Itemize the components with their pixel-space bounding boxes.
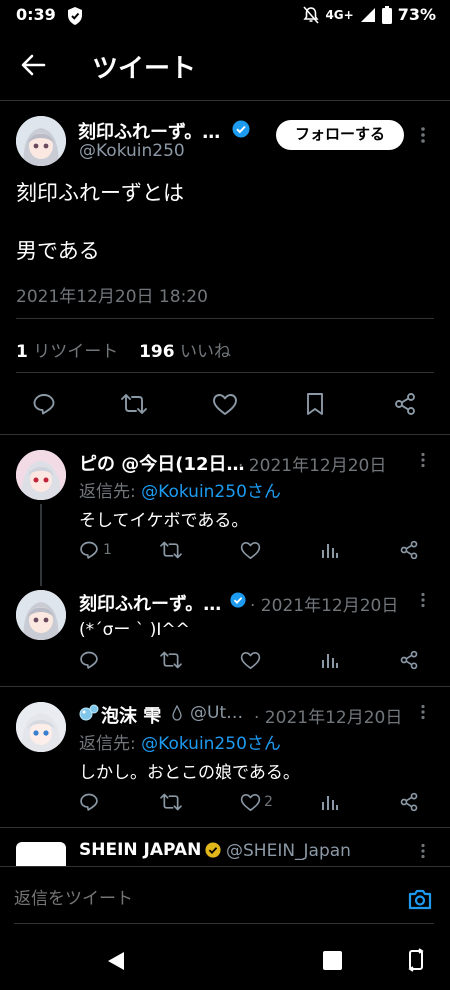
reply-text: (*ˊσー ˋ )I^^ — [79, 620, 190, 640]
header-divider — [0, 100, 450, 101]
notifications-off-icon — [303, 5, 320, 24]
author-handle[interactable]: @SHEIN_Japan — [226, 841, 351, 861]
divider — [0, 827, 450, 828]
tweet-text-line-2: 男である — [16, 239, 100, 263]
reply-text: しかし。おとこの娘である。 — [79, 763, 300, 783]
retweet-icon[interactable] — [159, 540, 183, 560]
reply-input[interactable] — [14, 885, 384, 913]
nav-recents-icon[interactable] — [323, 951, 342, 970]
divider — [0, 434, 450, 435]
tweet-stats: 1 リツイート 196 いいね — [16, 337, 231, 362]
share-icon[interactable] — [399, 540, 419, 560]
reply-to-prefix: 返信先: — [79, 734, 142, 754]
like-heart-icon[interactable] — [240, 793, 261, 812]
like-heart-icon[interactable] — [240, 651, 261, 670]
retweet-icon[interactable] — [159, 650, 183, 670]
reply-to-line: 返信先: @Kokuin250さん — [79, 477, 281, 502]
author-name[interactable]: SHEIN JAPAN — [79, 840, 201, 860]
status-time: 0:39 — [16, 5, 56, 24]
back-arrow-icon[interactable] — [20, 52, 46, 78]
author-name[interactable]: 泡沫 雫 — [101, 702, 161, 728]
reply-icon[interactable] — [79, 540, 99, 560]
tweet-timestamp: 2021年12月20日 18:20 — [16, 287, 208, 307]
like-label[interactable]: いいね — [180, 342, 231, 362]
avatar[interactable] — [16, 450, 66, 500]
top-app-bar: ツイート — [0, 32, 450, 100]
retweet-icon[interactable] — [159, 792, 183, 812]
reply-text: そしてイケボである。 — [79, 511, 249, 531]
like-count[interactable]: 196 — [139, 342, 175, 362]
like-heart-icon[interactable] — [212, 393, 238, 416]
avatar[interactable] — [16, 702, 66, 752]
retweet-icon[interactable] — [120, 392, 148, 416]
more-options-icon[interactable] — [420, 592, 426, 608]
droplet-emoji-icon — [172, 705, 182, 721]
retweet-label[interactable]: リツイート — [33, 342, 118, 362]
avatar[interactable] — [16, 590, 66, 640]
author-name[interactable]: 刻印ふれーず。… — [79, 590, 221, 616]
avatar[interactable] — [16, 842, 66, 866]
author-handle[interactable]: @Kokuin250 — [79, 141, 185, 161]
nav-back-icon[interactable] — [106, 950, 126, 972]
thread-line — [40, 504, 42, 586]
bubbles-emoji-icon — [79, 704, 99, 722]
reply-to-user-link[interactable]: @Kokuin250さん — [141, 734, 281, 754]
share-icon[interactable] — [399, 792, 419, 812]
like-heart-icon[interactable] — [240, 541, 261, 560]
divider — [0, 686, 450, 687]
author-handle[interactable]: @Ut… — [190, 703, 243, 723]
signal-icon — [360, 7, 376, 23]
verified-badge-icon — [232, 120, 250, 138]
status-bar: 0:39 4G+ 73% — [0, 0, 450, 32]
reply-to-user-link[interactable]: @Kokuin250さん — [141, 482, 281, 502]
reply-icon[interactable] — [79, 650, 99, 670]
more-options-icon[interactable] — [420, 704, 426, 720]
like-count: 2 — [264, 794, 273, 810]
reply-date: · 2021年12月20日 — [238, 456, 387, 476]
retweet-count[interactable]: 1 — [16, 342, 28, 362]
divider — [16, 318, 434, 319]
rotate-screen-icon[interactable] — [408, 948, 424, 972]
input-underline — [14, 923, 434, 924]
camera-icon[interactable] — [407, 887, 433, 911]
reply-composer — [0, 866, 450, 930]
reply-icon[interactable] — [32, 392, 56, 416]
page-title: ツイート — [92, 54, 197, 84]
analytics-icon[interactable] — [321, 541, 339, 559]
reply-date: · 2021年12月20日 — [250, 596, 399, 616]
author-name[interactable]: ピの @今日(12日… — [79, 450, 245, 476]
reply-date: · 2021年12月20日 — [254, 708, 403, 728]
reply-icon[interactable] — [79, 792, 99, 812]
share-icon[interactable] — [393, 392, 417, 416]
avatar[interactable] — [16, 116, 66, 166]
verified-badge-icon — [230, 592, 246, 608]
more-options-icon[interactable] — [420, 126, 426, 144]
follow-button[interactable]: フォローする — [276, 120, 404, 150]
more-options-icon[interactable] — [420, 452, 426, 468]
divider — [16, 372, 434, 373]
analytics-icon[interactable] — [321, 651, 339, 669]
network-label: 4G+ — [325, 7, 354, 22]
bookmark-icon[interactable] — [305, 392, 325, 416]
shield-icon — [66, 6, 84, 26]
share-icon[interactable] — [399, 650, 419, 670]
system-navigation-bar — [0, 930, 450, 990]
more-options-icon[interactable] — [420, 843, 426, 859]
battery-level: 73% — [397, 5, 436, 24]
analytics-icon[interactable] — [321, 793, 339, 811]
tweet-text-line-1: 刻印ふれーずとは — [16, 181, 184, 205]
verified-gold-badge-icon — [205, 842, 221, 858]
battery-icon — [381, 5, 392, 24]
reply-to-prefix: 返信先: — [79, 482, 142, 502]
reply-count: 1 — [103, 542, 112, 558]
reply-to-line: 返信先: @Kokuin250さん — [79, 729, 281, 754]
